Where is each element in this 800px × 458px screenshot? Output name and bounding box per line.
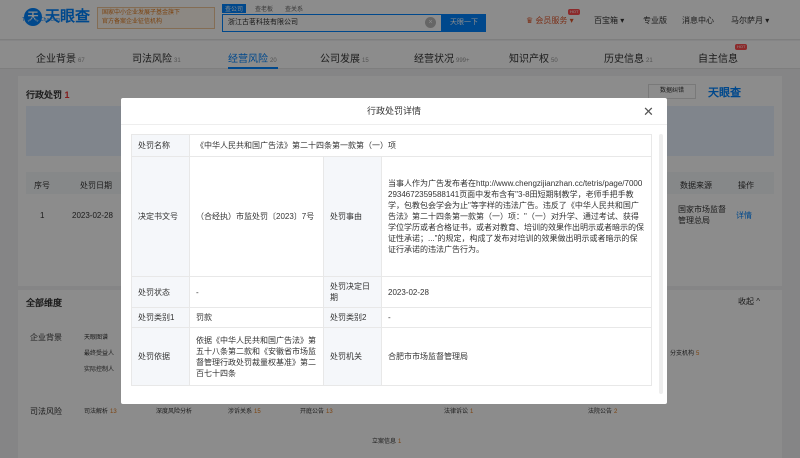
field-label: 决定书文号 [131,156,190,277]
field-label: 处罚状态 [131,276,190,308]
field-label: 处罚机关 [323,327,382,386]
detail-table: 处罚名称 《中华人民共和国广告法》第二十四条第一款第（一）项 决定书文号 （合经… [131,134,652,386]
decision-number: （合经执）市监处罚〔2023〕7号 [189,156,324,277]
modal-title: 行政处罚详情 [121,98,667,125]
table-row: 决定书文号 （合经执）市监处罚〔2023〕7号 处罚事由 当事人作为广告发布者在… [131,156,652,277]
decision-date: 2023-02-28 [381,276,652,308]
penalty-authority: 合肥市市场监督管理局 [381,327,652,386]
penalty-category-1: 罚款 [189,307,324,328]
field-label: 处罚依据 [131,327,190,386]
penalty-category-2: - [381,307,652,328]
table-row: 处罚依据 依据《中华人民共和国广告法》第五十八条第二款和《安徽省市场监督管理行政… [131,327,652,386]
modal-scrollbar[interactable] [659,134,663,394]
penalty-reason: 当事人作为广告发布者在http://www.chengzijianzhan.cc… [381,156,652,277]
penalty-detail-modal: 行政处罚详情 ✕ 处罚名称 《中华人民共和国广告法》第二十四条第一款第（一）项 … [121,98,667,404]
field-label: 处罚类别1 [131,307,190,328]
penalty-name: 《中华人民共和国广告法》第二十四条第一款第（一）项 [189,134,652,157]
field-label: 处罚类别2 [323,307,382,328]
field-label: 处罚事由 [323,156,382,277]
table-row: 处罚状态 - 处罚决定日期 2023-02-28 [131,276,652,308]
close-icon[interactable]: ✕ [643,105,654,118]
table-row: 处罚类别1 罚款 处罚类别2 - [131,307,652,328]
table-row: 处罚名称 《中华人民共和国广告法》第二十四条第一款第（一）项 [131,134,652,157]
penalty-status: - [189,276,324,308]
field-label: 处罚决定日期 [323,276,382,308]
penalty-basis: 依据《中华人民共和国广告法》第五十八条第二款和《安徽省市场监督管理行政处罚裁量权… [189,327,324,386]
field-label: 处罚名称 [131,134,190,157]
